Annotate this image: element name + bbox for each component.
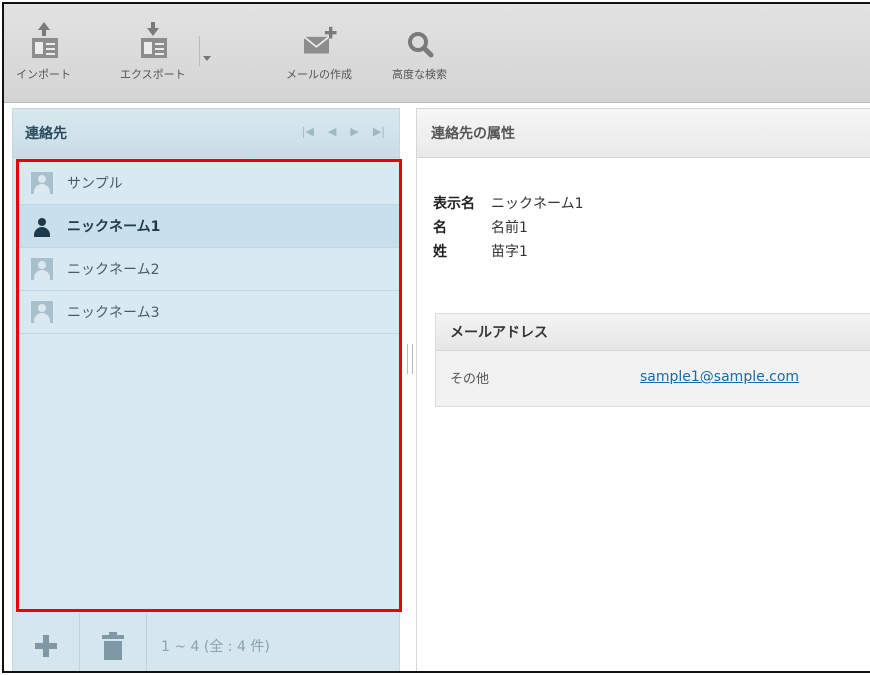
export-label: エクスポート xyxy=(120,68,186,81)
attribute-row: 名 名前1 xyxy=(433,215,584,239)
contact-name: ニックネーム1 xyxy=(67,219,161,235)
plus-icon xyxy=(35,635,57,657)
app-frame: インポート エクスポート メールの作成 高度な検索 連絡先 |◀ ◀ ▶ ▶| … xyxy=(2,2,870,673)
email-section-title: メールアドレス xyxy=(436,314,870,351)
pager: |◀ ◀ ▶ ▶| xyxy=(302,125,385,138)
contact-attributes: 表示名 ニックネーム1 名 名前1 姓 苗字1 xyxy=(433,191,584,263)
person-icon xyxy=(31,172,53,194)
email-section: メールアドレス その他 sample1@sample.com xyxy=(435,313,870,407)
person-icon xyxy=(31,258,53,280)
contact-list-item-selected[interactable]: ニックネーム1 xyxy=(19,205,399,248)
import-icon xyxy=(24,18,64,62)
compose-mail-label: メールの作成 xyxy=(286,68,352,81)
next-page-icon[interactable]: ▶ xyxy=(350,125,358,138)
attribute-row: 表示名 ニックネーム1 xyxy=(433,191,584,215)
delete-contact-button[interactable] xyxy=(80,613,147,671)
email-row: その他 sample1@sample.com xyxy=(436,351,870,405)
contacts-panel: 連絡先 |◀ ◀ ▶ ▶| サンプル ニックネーム1 ニックネーム2 ニックネー… xyxy=(12,108,402,671)
attribute-value: 名前1 xyxy=(491,220,528,236)
person-icon xyxy=(31,215,53,237)
attribute-value: 苗字1 xyxy=(491,244,528,260)
pane-splitter[interactable] xyxy=(407,344,413,374)
contacts-panel-header: 連絡先 |◀ ◀ ▶ ▶| xyxy=(13,109,399,158)
compose-mail-icon xyxy=(299,18,339,62)
contacts-panel-title: 連絡先 xyxy=(25,126,67,142)
attribute-label: 表示名 xyxy=(433,196,475,212)
contact-list-item[interactable]: ニックネーム2 xyxy=(19,248,399,291)
email-type-label: その他 xyxy=(450,372,490,387)
person-icon xyxy=(31,301,53,323)
contact-list: サンプル ニックネーム1 ニックネーム2 ニックネーム3 xyxy=(16,159,402,612)
contact-count: 1 ~ 4 (全 : 4 件) xyxy=(161,639,270,655)
advanced-search-label: 高度な検索 xyxy=(392,68,447,81)
contact-details-panel: 連絡先の属性 表示名 ニックネーム1 名 名前1 姓 苗字1 メールアドレス そ… xyxy=(416,108,870,671)
export-icon xyxy=(133,18,173,62)
export-button[interactable]: エクスポート xyxy=(120,18,186,82)
attribute-label: 名 xyxy=(433,220,447,236)
add-contact-button[interactable] xyxy=(13,613,80,671)
search-icon xyxy=(400,18,440,62)
contact-name: ニックネーム2 xyxy=(67,262,160,278)
attribute-row: 姓 苗字1 xyxy=(433,239,584,263)
advanced-search-button[interactable]: 高度な検索 xyxy=(392,18,447,82)
import-button[interactable]: インポート xyxy=(16,18,71,82)
contacts-footer: 1 ~ 4 (全 : 4 件) xyxy=(13,613,399,671)
toolbar: インポート エクスポート メールの作成 高度な検索 xyxy=(4,4,870,103)
attribute-value: ニックネーム1 xyxy=(491,196,584,212)
export-dropdown-arrow[interactable] xyxy=(199,36,214,66)
contact-list-item[interactable]: サンプル xyxy=(19,162,399,205)
contact-list-item[interactable]: ニックネーム3 xyxy=(19,291,399,334)
trash-icon xyxy=(102,632,124,660)
attribute-label: 姓 xyxy=(433,244,447,260)
contact-details-header: 連絡先の属性 xyxy=(417,109,870,158)
compose-mail-button[interactable]: メールの作成 xyxy=(286,18,352,82)
first-page-icon[interactable]: |◀ xyxy=(302,125,314,138)
contact-name: ニックネーム3 xyxy=(67,305,160,321)
contact-name: サンプル xyxy=(67,176,123,192)
email-address-link[interactable]: sample1@sample.com xyxy=(640,369,799,385)
import-label: インポート xyxy=(16,68,71,81)
contact-details-title: 連絡先の属性 xyxy=(431,126,515,142)
last-page-icon[interactable]: ▶| xyxy=(373,125,385,138)
prev-page-icon[interactable]: ◀ xyxy=(328,125,336,138)
